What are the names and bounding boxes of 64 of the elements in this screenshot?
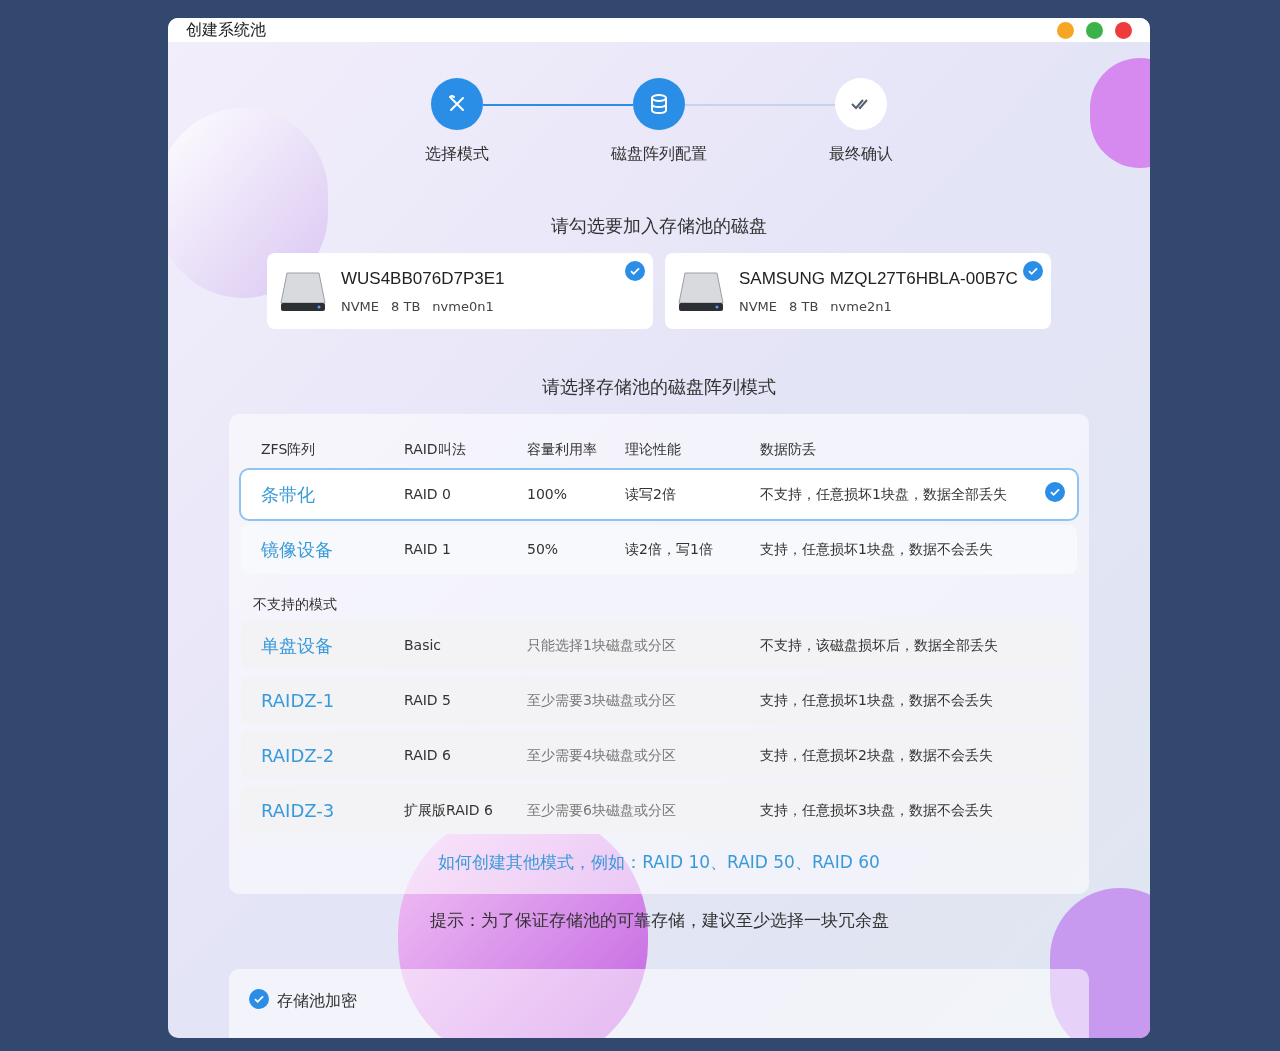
step-label: 最终确认 bbox=[829, 143, 893, 165]
capacity: 100% bbox=[527, 485, 569, 504]
unsupported-heading: 不支持的模式 bbox=[253, 595, 338, 614]
disk-card[interactable]: WUS4BB076D7P3E1 NVME 8 TB nvme0n1 bbox=[267, 253, 653, 329]
window-title: 创建系统池 bbox=[186, 19, 266, 41]
raid-name: Basic bbox=[404, 635, 443, 655]
disk-card[interactable]: SAMSUNG MZQL27T6HBLA-00B7C NVME 8 TB nvme2n1 bbox=[665, 253, 1051, 329]
mode-name: RAIDZ-2 bbox=[261, 743, 336, 768]
step-label: 磁盘阵列配置 bbox=[611, 143, 707, 165]
raid-name: RAID 0 bbox=[404, 485, 452, 504]
capacity: 50% bbox=[527, 540, 560, 559]
disk-type: NVME bbox=[341, 297, 380, 316]
disk-name: SAMSUNG MZQL27T6HBLA-00B7C bbox=[739, 268, 1018, 290]
data-protection: 不支持，该磁盘损坏后，数据全部丢失 bbox=[760, 635, 999, 655]
mode-row[interactable]: 镜像设备 RAID 1 50% 读2倍，写1倍 支持，任意损坏1块盘，数据不会丢失 bbox=[241, 525, 1077, 574]
performance: 读写2倍 bbox=[625, 485, 677, 504]
requirement: 只能选择1块磁盘或分区 bbox=[527, 635, 677, 655]
requirement: 至少需要6块磁盘或分区 bbox=[527, 800, 677, 820]
disk-device: nvme0n1 bbox=[432, 297, 494, 316]
disk-device: nvme2n1 bbox=[830, 297, 892, 316]
hard-drive-icon bbox=[677, 269, 725, 313]
hard-drive-icon bbox=[279, 269, 327, 313]
data-protection: 不支持，任意损坏1块盘，数据全部丢失 bbox=[760, 485, 1008, 504]
performance: 读2倍，写1倍 bbox=[625, 540, 714, 559]
check-icon bbox=[253, 993, 265, 1005]
column-header: 容量利用率 bbox=[527, 439, 598, 459]
step-label: 选择模式 bbox=[425, 143, 489, 165]
mode-name: 单盘设备 bbox=[261, 633, 334, 658]
raid-name: RAID 6 bbox=[404, 745, 452, 765]
raid-name: 扩展版RAID 6 bbox=[404, 800, 494, 820]
mode-name: 条带化 bbox=[261, 483, 316, 507]
check-icon bbox=[1027, 265, 1039, 277]
encryption-checkbox[interactable] bbox=[249, 989, 269, 1009]
encryption-label: 存储池加密 bbox=[277, 990, 357, 1012]
check-icon bbox=[1049, 486, 1061, 498]
disk-checkbox[interactable] bbox=[625, 261, 645, 281]
disk-checkbox[interactable] bbox=[1023, 261, 1043, 281]
mode-row[interactable]: 条带化 RAID 0 100% 读写2倍 不支持，任意损坏1块盘，数据全部丢失 bbox=[241, 470, 1077, 519]
data-protection: 支持，任意损坏1块盘，数据不会丢失 bbox=[760, 690, 994, 710]
mode-prompt: 请选择存储池的磁盘阵列模式 bbox=[542, 375, 776, 399]
disk-size: 8 TB bbox=[391, 297, 421, 316]
column-header: RAID叫法 bbox=[404, 439, 467, 459]
maximize-button[interactable] bbox=[1086, 21, 1103, 39]
disk-prompt: 请勾选要加入存储池的磁盘 bbox=[551, 214, 767, 238]
mode-name: 镜像设备 bbox=[261, 538, 334, 562]
disk-type: NVME bbox=[739, 297, 778, 316]
raid-name: RAID 1 bbox=[404, 540, 452, 559]
mode-name: RAIDZ-1 bbox=[261, 688, 336, 713]
disk-name: WUS4BB076D7P3E1 bbox=[341, 268, 505, 290]
check-icon bbox=[629, 265, 641, 277]
data-protection: 支持，任意损坏2块盘，数据不会丢失 bbox=[760, 745, 994, 765]
column-header: 数据防丢 bbox=[760, 439, 817, 459]
minimize-button[interactable] bbox=[1057, 21, 1074, 39]
close-button[interactable] bbox=[1115, 21, 1132, 39]
mode-name: RAIDZ-3 bbox=[261, 798, 336, 823]
disk-size: 8 TB bbox=[789, 297, 819, 316]
data-protection: 支持，任意损坏1块盘，数据不会丢失 bbox=[760, 540, 994, 559]
requirement: 至少需要3块磁盘或分区 bbox=[527, 690, 677, 710]
raid-name: RAID 5 bbox=[404, 690, 452, 710]
requirement: 至少需要4块磁盘或分区 bbox=[527, 745, 677, 765]
column-header: 理论性能 bbox=[625, 439, 682, 459]
data-protection: 支持，任意损坏3块盘，数据不会丢失 bbox=[760, 800, 994, 820]
column-header: ZFS阵列 bbox=[261, 439, 317, 459]
selected-check-icon[interactable] bbox=[1045, 482, 1065, 502]
